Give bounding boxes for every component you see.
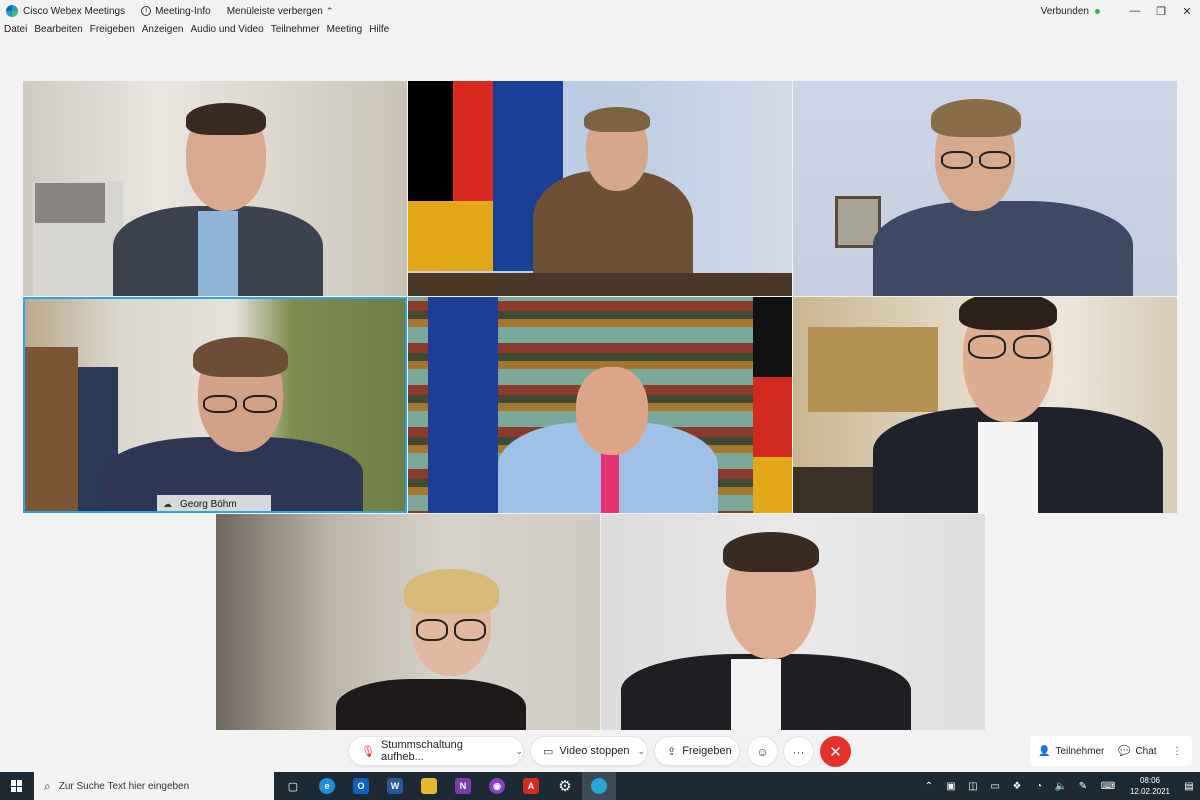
clock[interactable]: 08:06 12.02.2021	[1122, 775, 1178, 797]
meeting-info-label: Meeting-Info	[155, 5, 211, 17]
chat-bubble-icon: 💬	[1118, 745, 1131, 757]
word-icon: W	[387, 778, 403, 794]
pen-icon[interactable]: ✎	[1072, 781, 1094, 792]
menu-bar: Datei Bearbeiten Freigeben Anzeigen Audi…	[0, 24, 392, 40]
person-icon: 👤	[1038, 745, 1051, 757]
search-placeholder: Zur Suche Text hier eingeben	[58, 780, 190, 792]
chat-panel-button[interactable]: 💬 Chat	[1118, 738, 1157, 764]
participants-panel-button[interactable]: 👤 Teilnehmer	[1038, 738, 1104, 764]
outlook-button[interactable]: O	[344, 772, 378, 800]
video-tile-5[interactable]	[408, 297, 792, 513]
share-label: Freigeben	[682, 745, 732, 757]
video-tile-2[interactable]	[408, 81, 792, 296]
menu-datei[interactable]: Datei	[4, 24, 27, 40]
stop-video-label: Video stoppen	[559, 745, 630, 757]
notifications-icon[interactable]: ▤	[1178, 781, 1200, 792]
app-icon: ◉	[489, 778, 505, 794]
clock-date: 12.02.2021	[1129, 787, 1171, 796]
menu-teilnehmer[interactable]: Teilnehmer	[271, 24, 320, 40]
participants-label: Teilnehmer	[1055, 745, 1105, 757]
video-tile-active-speaker[interactable]: ☁ Georg Böhm	[23, 297, 407, 513]
meeting-info-button[interactable]: i Meeting-Info	[141, 6, 211, 17]
word-button[interactable]: W	[378, 772, 412, 800]
chat-label: Chat	[1135, 745, 1157, 757]
system-tray: ⌃ ▣ ◫ ▭ ❖ ◔ 🔈 ✎ ⌨ 08:06 12.02.2021 ▤	[918, 772, 1200, 800]
info-icon: i	[141, 6, 152, 16]
reactions-button[interactable]: ☺	[747, 736, 778, 767]
menu-meeting[interactable]: Meeting	[327, 24, 363, 40]
connection-status: Verbunden	[1040, 5, 1089, 17]
search-icon: ⌕	[44, 778, 51, 793]
webex-taskbar-button[interactable]	[582, 772, 616, 800]
more-icon: ···	[792, 744, 805, 759]
stop-video-button[interactable]: ▭ Video stoppen ⌄	[530, 736, 648, 766]
mic-muted-icon: 🎙	[361, 745, 375, 758]
speaker-name: Georg Böhm	[180, 498, 237, 510]
share-icon: ⇪	[667, 745, 677, 758]
video-tile-3[interactable]	[793, 81, 1177, 296]
acrobat-button[interactable]: A	[514, 772, 548, 800]
app-title: Cisco Webex Meetings	[23, 5, 126, 17]
leave-meeting-button[interactable]: ✕	[820, 736, 851, 767]
acrobat-icon: A	[523, 778, 539, 794]
onenote-button[interactable]: N	[446, 772, 480, 800]
chevron-up-icon: ⌃	[325, 5, 334, 16]
menu-anzeigen[interactable]: Anzeigen	[142, 24, 184, 40]
volume-icon[interactable]: 🔈	[1050, 781, 1072, 792]
close-icon: ✕	[829, 743, 842, 761]
chevron-down-icon[interactable]: ⌄	[515, 746, 523, 757]
video-tile-7[interactable]	[216, 514, 600, 730]
video-tile-6[interactable]	[793, 297, 1177, 513]
hide-menu-label: Menüleiste verbergen	[226, 5, 323, 17]
app-tray-icon[interactable]: ◫	[962, 781, 984, 792]
task-view-button[interactable]: ▢	[276, 772, 310, 800]
windows-logo-icon	[11, 780, 23, 792]
more-options-button[interactable]: ···	[783, 736, 814, 767]
restore-button[interactable]: ❐	[1148, 0, 1174, 22]
cloud-icon: ☁	[163, 498, 172, 509]
menu-freigeben[interactable]: Freigeben	[90, 24, 135, 40]
windows-taskbar: ⌕ Zur Suche Text hier eingeben ▢ e O W N…	[0, 772, 1200, 800]
edge-icon: e	[319, 778, 335, 794]
unmute-button[interactable]: 🎙 Stummschaltung aufheb... ⌄	[348, 736, 524, 766]
title-bar: Cisco Webex Meetings i Meeting-Info Menü…	[0, 0, 1200, 22]
close-window-button[interactable]: ✕	[1174, 0, 1200, 22]
panel-more-button[interactable]: ⋮	[1172, 738, 1182, 764]
share-button[interactable]: ⇪ Freigeben	[654, 736, 740, 766]
connection-dot-icon	[1095, 8, 1100, 14]
video-tile-8[interactable]	[601, 514, 985, 730]
menu-audio-video[interactable]: Audio und Video	[190, 24, 263, 40]
minimize-button[interactable]: —	[1122, 0, 1148, 22]
webex-icon	[591, 778, 607, 794]
speaker-name-tag: ☁ Georg Böhm	[157, 495, 271, 513]
taskbar-search[interactable]: ⌕ Zur Suche Text hier eingeben	[34, 772, 274, 800]
wifi-icon[interactable]: ◔	[1028, 781, 1050, 792]
start-button[interactable]	[0, 772, 34, 800]
settings-button[interactable]: ⚙	[548, 772, 582, 800]
outlook-icon: O	[353, 778, 369, 794]
onenote-icon: N	[455, 778, 471, 794]
webex-logo-icon	[6, 5, 18, 17]
explorer-button[interactable]	[412, 772, 446, 800]
podcast-app-button[interactable]: ◉	[480, 772, 514, 800]
more-icon: ⋮	[1172, 745, 1182, 757]
smiley-icon: ☺	[756, 744, 769, 759]
chevron-up-icon[interactable]: ⌃	[918, 781, 940, 792]
clock-time: 08:06	[1139, 776, 1161, 785]
video-camera-icon: ▭	[543, 745, 554, 758]
dropbox-icon[interactable]: ❖	[1006, 781, 1028, 792]
hide-menu-button[interactable]: Menüleiste verbergen ⌃	[227, 6, 334, 17]
gear-icon: ⚙	[558, 778, 572, 795]
menu-bearbeiten[interactable]: Bearbeiten	[34, 24, 82, 40]
chevron-down-icon[interactable]: ⌄	[638, 746, 646, 757]
folder-icon	[421, 778, 437, 794]
video-tile-1[interactable]	[23, 81, 407, 296]
battery-icon[interactable]: ▭	[984, 781, 1006, 792]
monitor-icon[interactable]: ▣	[940, 781, 962, 792]
edge-button[interactable]: e	[310, 772, 344, 800]
unmute-label: Stummschaltung aufheb...	[380, 739, 463, 763]
task-view-icon: ▢	[287, 780, 299, 793]
menu-hilfe[interactable]: Hilfe	[369, 24, 389, 40]
keyboard-icon[interactable]: ⌨	[1094, 781, 1122, 792]
